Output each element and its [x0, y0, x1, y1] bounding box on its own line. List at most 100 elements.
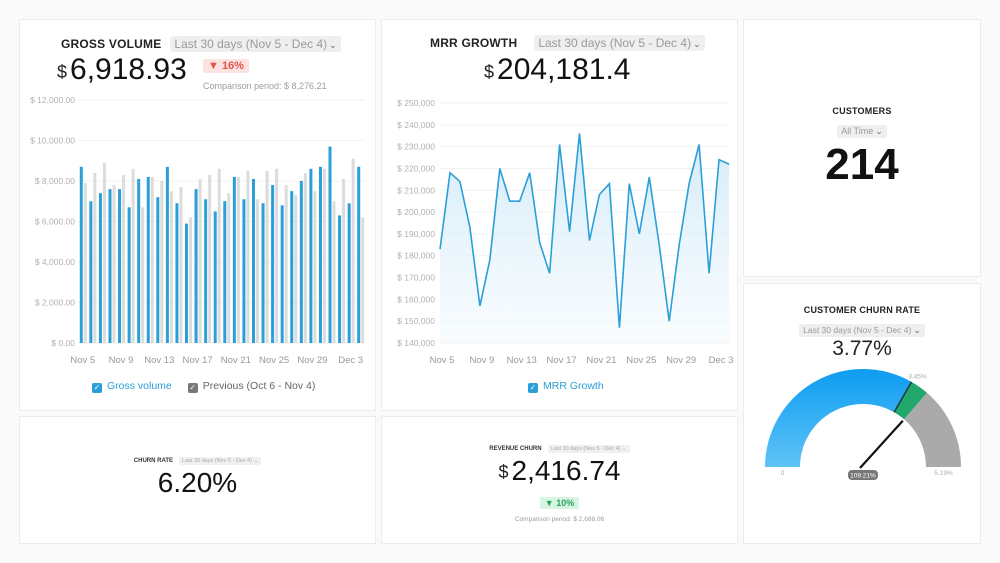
bar-previous — [342, 178, 346, 343]
bar-previous — [150, 176, 154, 343]
bar-gross-volume — [299, 181, 303, 343]
x-tick-label: Nov 9 — [109, 355, 134, 366]
bar-previous — [169, 191, 173, 343]
bar-gross-volume — [175, 203, 179, 343]
bar-previous — [294, 195, 298, 343]
bar-gross-volume — [118, 189, 122, 343]
bar-previous — [112, 185, 116, 343]
gross-volume-title: GROSS VOLUME — [61, 37, 162, 51]
y-tick-label: $ 4,000.00 — [35, 257, 75, 267]
revenue-churn-card: REVENUE CHURN Last 30 days (Nov 5 - Dec … — [381, 416, 738, 544]
x-tick-label: Nov 21 — [221, 355, 251, 366]
chevron-down-icon: ⌄ — [875, 126, 883, 136]
churn-rate-value: 6.20% — [157, 467, 238, 498]
bar-gross-volume — [338, 215, 342, 343]
bar-previous — [141, 207, 145, 343]
gross-volume-range-dropdown[interactable]: Last 30 days (Nov 5 - Dec 4) ⌄ — [170, 36, 341, 52]
range-label: Last 30 days (Nov 5 - Dec 4) — [803, 325, 912, 335]
customers-title: CUSTOMERS — [832, 106, 892, 116]
range-label: Last 30 days (Nov 5 - Dec 4) — [538, 36, 692, 50]
bar-gross-volume — [309, 168, 313, 343]
bar-gross-volume — [347, 203, 351, 343]
bar-gross-volume — [185, 223, 189, 343]
y-tick-label: $ 170,000 — [397, 273, 435, 283]
mrr-growth-value: 204,181.4 — [497, 53, 631, 86]
y-tick-label: $ 190,000 — [397, 229, 435, 239]
range-label: All Time — [841, 126, 874, 136]
range-label: Last 30 days (Nov 5 - Dec 4) — [182, 458, 253, 464]
bar-previous — [83, 183, 87, 343]
customer-churn-range-dropdown[interactable]: Last 30 days (Nov 5 - Dec 4) ⌄ — [799, 324, 925, 337]
gross-volume-value: 6,918.93 — [70, 53, 187, 86]
bar-previous — [160, 181, 164, 343]
mrr-growth-title: MRR GROWTH — [430, 36, 518, 50]
mrr-range-dropdown[interactable]: Last 30 days (Nov 5 - Dec 4) ⌄ — [534, 35, 705, 51]
y-tick-label: $ 210,000 — [397, 185, 435, 195]
legend-item-previous[interactable]: ✓ Previous (Oct 6 - Nov 4) — [187, 380, 315, 393]
bar-previous — [361, 217, 365, 343]
y-tick-label: $ 2,000.00 — [35, 298, 75, 308]
y-tick-label: $ 150,000 — [397, 316, 435, 326]
y-tick-label: $ 200,000 — [397, 207, 435, 217]
x-tick-label: Nov 29 — [666, 355, 696, 366]
bar-previous — [351, 158, 355, 343]
x-tick-label: Nov 5 — [430, 355, 455, 366]
currency-symbol: $ — [57, 62, 68, 82]
x-tick-label: Nov 21 — [586, 355, 616, 366]
y-tick-label: $ 8,000.00 — [35, 176, 75, 186]
y-tick-label: $ 240,000 — [397, 120, 435, 130]
bar-previous — [189, 217, 193, 343]
bar-previous — [198, 178, 202, 343]
bar-previous — [122, 174, 126, 343]
legend-item-gross-volume[interactable]: ✓ Gross volume — [92, 380, 172, 393]
bar-previous — [284, 185, 288, 343]
revenue-churn-title: REVENUE CHURN — [489, 446, 542, 452]
bar-previous — [217, 168, 221, 343]
currency-symbol: $ — [484, 62, 495, 82]
bar-gross-volume — [204, 199, 208, 343]
range-label: Last 30 days (Nov 5 - Dec 4) — [174, 37, 328, 51]
legend-item-mrr-growth[interactable]: ✓ MRR Growth — [528, 380, 604, 393]
customers-range-dropdown[interactable]: All Time ⌄ — [837, 125, 887, 138]
x-tick-label: Nov 13 — [507, 355, 537, 366]
customer-churn-rate-card: CUSTOMER CHURN RATE Last 30 days (Nov 5 … — [743, 283, 981, 544]
bar-gross-volume — [194, 189, 198, 343]
mrr-growth-chart: $ 140,000 $ 150,000 $ 160,000 $ 170,000 $ 18… — [397, 98, 733, 366]
churn-gauge: 0 5.19% 3.45% 109.21% — [765, 369, 961, 480]
bar-gross-volume — [328, 146, 332, 343]
gauge-needle — [859, 420, 904, 469]
chevron-down-icon: ⌄ — [329, 40, 337, 50]
x-tick-label: Nov 25 — [626, 355, 656, 366]
churn-rate-title: CHURN RATE — [133, 458, 174, 464]
gauge-min-label: 0 — [781, 470, 785, 477]
bar-gross-volume — [290, 191, 294, 343]
y-tick-label: $ 220,000 — [397, 163, 435, 173]
chevron-down-icon: ⌄ — [622, 446, 627, 452]
bar-previous — [102, 162, 106, 343]
bar-previous — [322, 168, 326, 343]
bar-gross-volume — [242, 199, 246, 343]
x-tick-label: Nov 13 — [144, 355, 174, 366]
gauge-fill-arc — [765, 369, 912, 467]
y-tick-label: $ 6,000.00 — [35, 217, 75, 227]
x-tick-label: Nov 29 — [297, 355, 327, 366]
checkbox-checked-icon: ✓ — [92, 383, 102, 393]
customers-card: CUSTOMERS All Time ⌄ 214 — [743, 19, 981, 277]
bar-gross-volume — [165, 166, 169, 343]
gauge-needle-label: 109.21% — [850, 473, 876, 480]
bar-gross-volume — [261, 203, 265, 343]
bar-gross-volume — [232, 176, 236, 343]
bar-gross-volume — [127, 207, 131, 343]
currency-symbol: $ — [498, 462, 509, 482]
chevron-down-icon: ⌄ — [693, 39, 701, 49]
bar-gross-volume — [223, 201, 227, 343]
bar-previous — [265, 170, 269, 343]
bar-gross-volume — [89, 201, 93, 343]
x-tick-label: Nov 17 — [547, 355, 577, 366]
revenue-churn-range-dropdown[interactable]: Last 30 days (Nov 5 - Dec 4) ⌄ — [547, 445, 630, 453]
checkbox-checked-icon: ✓ — [528, 383, 538, 393]
bar-gross-volume — [271, 185, 275, 343]
bar-previous — [179, 187, 183, 343]
churn-rate-range-dropdown[interactable]: Last 30 days (Nov 5 - Dec 4) ⌄ — [179, 457, 262, 465]
range-label: Last 30 days (Nov 5 - Dec 4) — [550, 446, 621, 452]
